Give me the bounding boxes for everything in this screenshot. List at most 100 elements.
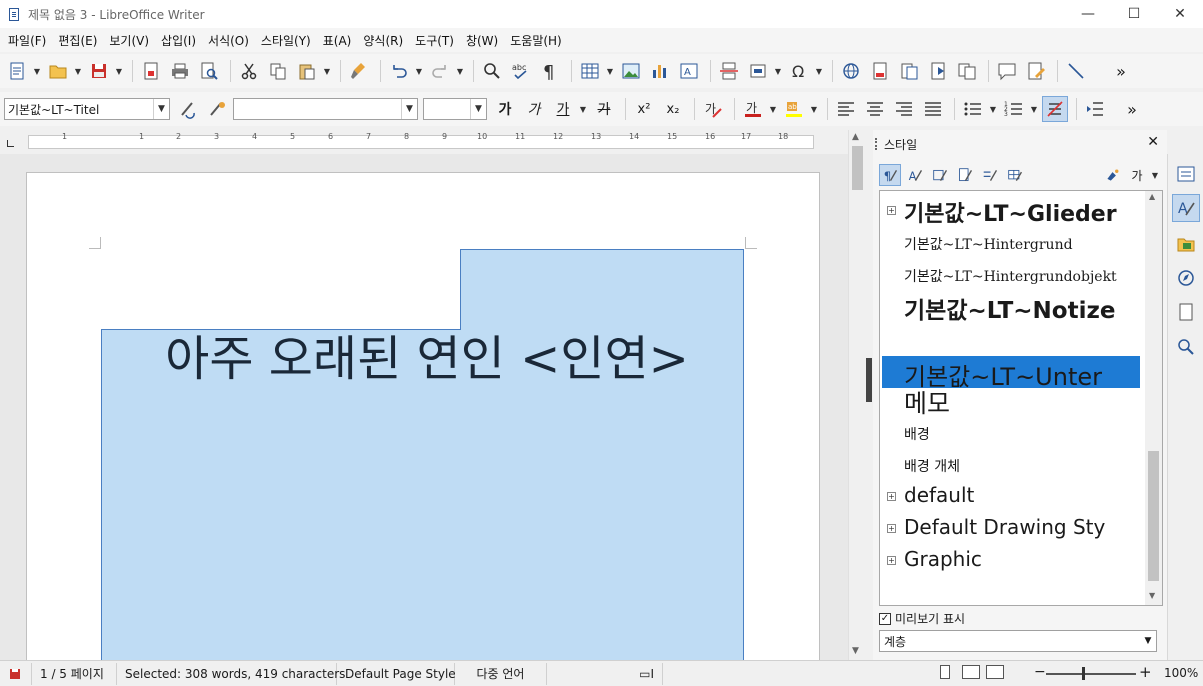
chevron-down-icon[interactable]: ▼ bbox=[1140, 631, 1156, 651]
font-size-box[interactable]: ▼ bbox=[423, 98, 487, 120]
title-shape[interactable] bbox=[101, 249, 747, 660]
align-center-icon[interactable] bbox=[862, 96, 888, 122]
insert-image-icon[interactable] bbox=[618, 58, 644, 84]
menu-view[interactable]: 보기(V) bbox=[103, 32, 155, 49]
new-style-icon[interactable] bbox=[204, 96, 230, 122]
footnote-icon[interactable] bbox=[867, 58, 893, 84]
document-area[interactable]: 아주 오래된 연인 <인연> bbox=[0, 154, 848, 660]
show-previews-checkbox[interactable]: ✓ bbox=[879, 612, 891, 625]
list-styles-icon[interactable] bbox=[979, 164, 1001, 186]
document-modified-icon[interactable] bbox=[0, 662, 32, 685]
selection-mode-icon[interactable]: ▭I bbox=[547, 662, 663, 685]
menu-help[interactable]: 도움말(H) bbox=[504, 32, 568, 49]
bookmark-icon[interactable] bbox=[925, 58, 951, 84]
print-preview-icon[interactable] bbox=[196, 58, 222, 84]
menu-tools[interactable]: 도구(T) bbox=[409, 32, 460, 49]
numbered-list-icon[interactable]: 123 bbox=[1001, 96, 1027, 122]
style-item[interactable]: default bbox=[904, 483, 974, 507]
style-item[interactable]: 메모 bbox=[904, 384, 950, 420]
navigator-tab-icon[interactable] bbox=[1172, 264, 1200, 292]
font-color-icon[interactable]: 가 bbox=[740, 96, 766, 122]
undo-icon[interactable] bbox=[386, 58, 412, 84]
numbered-dropdown-icon[interactable]: ▼ bbox=[1030, 96, 1038, 122]
style-item[interactable]: 기본값~LT~Hintergrund bbox=[904, 234, 1073, 254]
page-break-icon[interactable] bbox=[716, 58, 742, 84]
paragraph-styles-icon[interactable]: ¶ bbox=[879, 164, 901, 186]
style-item[interactable]: 기본값~LT~Glieder bbox=[904, 196, 1117, 228]
subscript-button[interactable]: x₂ bbox=[660, 96, 686, 122]
underline-dropdown-icon[interactable]: ▼ bbox=[579, 96, 587, 122]
page-tab-icon[interactable] bbox=[1172, 298, 1200, 326]
paste-dropdown-icon[interactable]: ▼ bbox=[323, 58, 331, 84]
table-styles-icon[interactable] bbox=[1004, 164, 1026, 186]
print-icon[interactable] bbox=[167, 58, 193, 84]
track-changes-icon[interactable] bbox=[1023, 58, 1049, 84]
character-styles-icon[interactable]: A bbox=[904, 164, 926, 186]
align-left-icon[interactable] bbox=[833, 96, 859, 122]
style-list[interactable]: + 기본값~LT~Glieder 기본값~LT~Hintergrund 기본값~… bbox=[879, 190, 1163, 606]
chevron-down-icon[interactable]: ▼ bbox=[470, 99, 486, 119]
close-icon[interactable]: ✕ bbox=[1147, 134, 1159, 150]
frame-styles-icon[interactable] bbox=[929, 164, 951, 186]
page-style[interactable]: Default Page Style bbox=[337, 662, 456, 685]
properties-tab-icon[interactable] bbox=[1172, 160, 1200, 188]
comment-icon[interactable] bbox=[994, 58, 1020, 84]
menu-edit[interactable]: 편집(E) bbox=[52, 32, 103, 49]
expand-icon[interactable]: + bbox=[887, 524, 896, 533]
document-page[interactable]: 아주 오래된 연인 <인연> bbox=[26, 172, 820, 660]
cross-reference-icon[interactable] bbox=[954, 58, 980, 84]
bold-button[interactable]: 가 bbox=[492, 96, 518, 122]
endnote-icon[interactable] bbox=[896, 58, 922, 84]
scroll-up-icon[interactable]: ▲ bbox=[1149, 192, 1155, 201]
minimize-button[interactable]: — bbox=[1065, 0, 1111, 28]
expand-icon[interactable]: + bbox=[887, 492, 896, 501]
new-document-icon[interactable] bbox=[4, 58, 30, 84]
page-number[interactable]: 1 / 5 페이지 bbox=[32, 662, 117, 685]
word-count[interactable]: Selected: 308 words, 419 characters bbox=[117, 662, 345, 685]
chevron-down-icon[interactable]: ▼ bbox=[401, 99, 417, 119]
table-dropdown-icon[interactable]: ▼ bbox=[606, 58, 614, 84]
multi-page-view-icon[interactable] bbox=[962, 665, 980, 679]
redo-icon[interactable] bbox=[427, 58, 453, 84]
no-list-icon[interactable] bbox=[1042, 96, 1068, 122]
style-item[interactable]: 배경 bbox=[904, 424, 930, 444]
page-styles-icon[interactable] bbox=[954, 164, 976, 186]
find-replace-icon[interactable] bbox=[479, 58, 505, 84]
zoom-level[interactable]: 100% bbox=[1164, 666, 1198, 680]
hyperlink-icon[interactable] bbox=[838, 58, 864, 84]
undo-dropdown-icon[interactable]: ▼ bbox=[415, 58, 423, 84]
expand-icon[interactable]: + bbox=[887, 206, 896, 215]
formatting-marks-icon[interactable]: ¶ bbox=[537, 58, 563, 84]
ruler-track[interactable] bbox=[28, 135, 814, 149]
open-dropdown-icon[interactable]: ▼ bbox=[74, 58, 82, 84]
bullet-dropdown-icon[interactable]: ▼ bbox=[989, 96, 997, 122]
single-page-view-icon[interactable] bbox=[940, 665, 950, 679]
insert-textbox-icon[interactable]: A bbox=[676, 58, 702, 84]
scroll-down-icon[interactable]: ▼ bbox=[1149, 591, 1155, 600]
styles-tab-icon[interactable]: A bbox=[1172, 194, 1200, 222]
book-view-icon[interactable] bbox=[986, 665, 1004, 679]
cut-icon[interactable] bbox=[236, 58, 262, 84]
menu-form[interactable]: 양식(R) bbox=[357, 32, 409, 49]
menu-format[interactable]: 서식(O) bbox=[202, 32, 255, 49]
horizontal-ruler[interactable]: 1 1 2 3 4 5 6 7 8 9 10 11 12 13 14 15 16… bbox=[0, 130, 848, 154]
style-inspector-tab-icon[interactable] bbox=[1172, 332, 1200, 360]
menu-file[interactable]: 파일(F) bbox=[2, 32, 52, 49]
clear-formatting-icon[interactable]: 가 bbox=[700, 96, 726, 122]
menu-table[interactable]: 표(A) bbox=[317, 32, 358, 49]
tab-stop-icon[interactable] bbox=[7, 140, 14, 147]
menu-window[interactable]: 창(W) bbox=[460, 32, 504, 49]
drag-handle-icon[interactable] bbox=[875, 138, 878, 150]
expand-icon[interactable]: + bbox=[887, 556, 896, 565]
more-options-icon[interactable]: » bbox=[1119, 96, 1145, 122]
style-actions-icon[interactable]: 가 bbox=[1126, 164, 1148, 186]
zoom-in-button[interactable]: + bbox=[1139, 663, 1152, 681]
bullet-list-icon[interactable] bbox=[960, 96, 986, 122]
style-item[interactable]: Graphic bbox=[904, 547, 982, 571]
save-dropdown-icon[interactable]: ▼ bbox=[115, 58, 123, 84]
collapse-sidebar-handle[interactable] bbox=[866, 358, 872, 402]
style-item-selected[interactable]: 기본값~LT~Titel bbox=[904, 322, 1094, 358]
insert-line-icon[interactable] bbox=[1063, 58, 1089, 84]
menu-insert[interactable]: 삽입(I) bbox=[155, 32, 202, 49]
align-right-icon[interactable] bbox=[891, 96, 917, 122]
